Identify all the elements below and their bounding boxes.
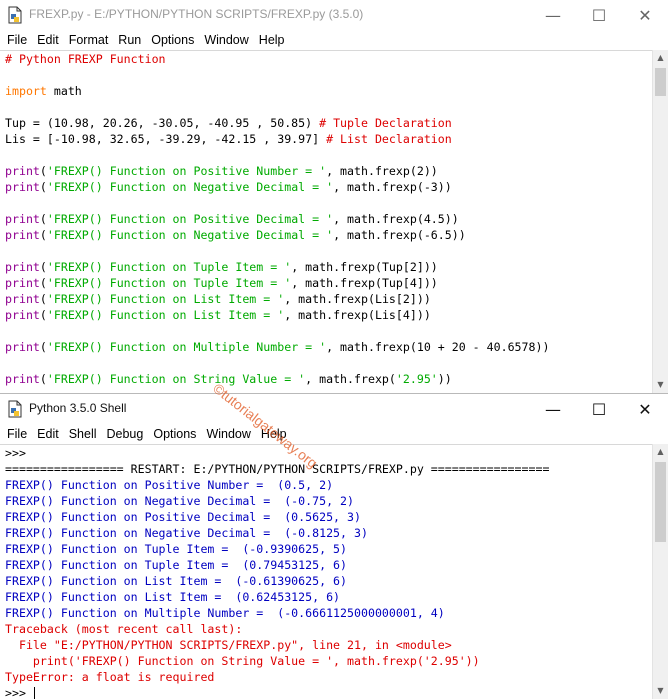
menu-edit[interactable]: Edit: [32, 33, 64, 47]
output-lines: FREXP() Function on Positive Number = (0…: [0, 477, 652, 621]
menu-window[interactable]: Window: [201, 427, 255, 441]
idle-file-icon: [8, 6, 22, 24]
menu-file[interactable]: File: [2, 33, 32, 47]
code-line: Tup = (10.98, 20.26, -30.05, -40.95 , 50…: [5, 116, 452, 130]
menu-help[interactable]: Help: [254, 33, 290, 47]
traceback-line: File "E:/PYTHON/PYTHON SCRIPTS/FREXP.py"…: [5, 638, 452, 652]
shell-output[interactable]: >>> ================= RESTART: E:/PYTHON…: [0, 444, 652, 699]
menu-options[interactable]: Options: [148, 427, 201, 441]
traceback-line: TypeError: a float is required: [5, 670, 215, 684]
scroll-down-icon[interactable]: ▼: [653, 683, 668, 699]
scrollbar-thumb[interactable]: [655, 462, 666, 542]
code-line: print('FREXP() Function on Positive Deci…: [5, 212, 459, 226]
menu-shell[interactable]: Shell: [64, 427, 102, 441]
editor-titlebar[interactable]: FREXP.py - E:/PYTHON/PYTHON SCRIPTS/FREX…: [0, 0, 668, 30]
traceback-lines: Traceback (most recent call last): File …: [0, 621, 652, 685]
code-line: print('FREXP() Function on Multiple Numb…: [5, 340, 550, 354]
menu-file[interactable]: File: [2, 427, 32, 441]
window-title: FREXP.py - E:/PYTHON/PYTHON SCRIPTS/FREX…: [29, 7, 364, 21]
output-line: FREXP() Function on Positive Decimal = (…: [5, 510, 361, 524]
code-line: Lis = [-10.98, 32.65, -39.29, -42.15 , 3…: [5, 132, 452, 146]
code-line: print('FREXP() Function on Positive Numb…: [5, 164, 438, 178]
close-icon: ✕: [638, 399, 652, 419]
code-line: print('FREXP() Function on Negative Deci…: [5, 228, 466, 242]
menu-options[interactable]: Options: [146, 33, 199, 47]
output-line: FREXP() Function on Tuple Item = (0.7945…: [5, 558, 348, 572]
code-line: # Python FREXP Function: [5, 52, 166, 66]
minimize-icon: —: [545, 5, 561, 25]
editor-scrollbar[interactable]: ▲ ▼: [652, 50, 668, 393]
minimize-button[interactable]: —: [530, 0, 576, 30]
code-line: import math: [5, 84, 82, 98]
shell-input-line[interactable]: >>>: [0, 685, 652, 699]
scrollbar-thumb[interactable]: [655, 68, 666, 96]
menu-debug[interactable]: Debug: [102, 427, 149, 441]
code-line: print('FREXP() Function on Tuple Item = …: [5, 260, 438, 274]
menu-run[interactable]: Run: [113, 33, 146, 47]
minimize-icon: —: [545, 399, 561, 419]
restart-banner: ================= RESTART: E:/PYTHON/PYT…: [5, 462, 550, 476]
menu-help[interactable]: Help: [256, 427, 292, 441]
code-line: print('FREXP() Function on Negative Deci…: [5, 180, 452, 194]
shell-window: Python 3.5.0 Shell — ☐ ✕ File Edit Shell…: [0, 393, 668, 699]
maximize-icon: ☐: [591, 5, 607, 25]
window-title: Python 3.5.0 Shell: [29, 401, 127, 415]
shell-prompt: >>>: [5, 686, 33, 699]
code-line: print('FREXP() Function on String Value …: [5, 372, 452, 386]
maximize-button[interactable]: ☐: [576, 0, 622, 30]
code-line: print('FREXP() Function on List Item = '…: [5, 308, 431, 322]
code-editor[interactable]: # Python FREXP Function import math Tup …: [0, 50, 652, 393]
scroll-up-icon[interactable]: ▲: [653, 444, 668, 460]
maximize-button[interactable]: ☐: [576, 394, 622, 424]
close-icon: ✕: [638, 5, 652, 25]
shell-titlebar[interactable]: Python 3.5.0 Shell — ☐ ✕: [0, 394, 668, 424]
code-line: print('FREXP() Function on Tuple Item = …: [5, 276, 438, 290]
editor-menubar: File Edit Format Run Options Window Help: [0, 30, 668, 50]
scroll-up-icon[interactable]: ▲: [653, 50, 668, 66]
output-line: FREXP() Function on List Item = (-0.6139…: [5, 574, 348, 588]
scroll-down-icon[interactable]: ▼: [653, 377, 668, 393]
output-line: FREXP() Function on List Item = (0.62453…: [5, 590, 341, 604]
text-cursor: [33, 687, 35, 699]
code-line: print('FREXP() Function on List Item = '…: [5, 292, 431, 306]
output-line: FREXP() Function on Tuple Item = (-0.939…: [5, 542, 348, 556]
traceback-line: Traceback (most recent call last):: [5, 622, 243, 636]
output-line: FREXP() Function on Negative Decimal = (…: [5, 494, 355, 508]
shell-menubar: File Edit Shell Debug Options Window Hel…: [0, 424, 668, 444]
close-button[interactable]: ✕: [622, 0, 668, 30]
output-line: FREXP() Function on Multiple Number = (-…: [5, 606, 445, 620]
traceback-line: print('FREXP() Function on String Value …: [5, 654, 480, 668]
editor-window: FREXP.py - E:/PYTHON/PYTHON SCRIPTS/FREX…: [0, 0, 668, 393]
output-line: FREXP() Function on Negative Decimal = (…: [5, 526, 368, 540]
menu-edit[interactable]: Edit: [32, 427, 64, 441]
python-shell-icon: [8, 400, 22, 418]
menu-format[interactable]: Format: [64, 33, 114, 47]
minimize-button[interactable]: —: [530, 394, 576, 424]
menu-window[interactable]: Window: [199, 33, 253, 47]
shell-prompt: >>>: [5, 446, 26, 460]
maximize-icon: ☐: [591, 399, 607, 419]
shell-scrollbar[interactable]: ▲ ▼: [652, 444, 668, 699]
output-line: FREXP() Function on Positive Number = (0…: [5, 478, 334, 492]
close-button[interactable]: ✕: [622, 394, 668, 424]
